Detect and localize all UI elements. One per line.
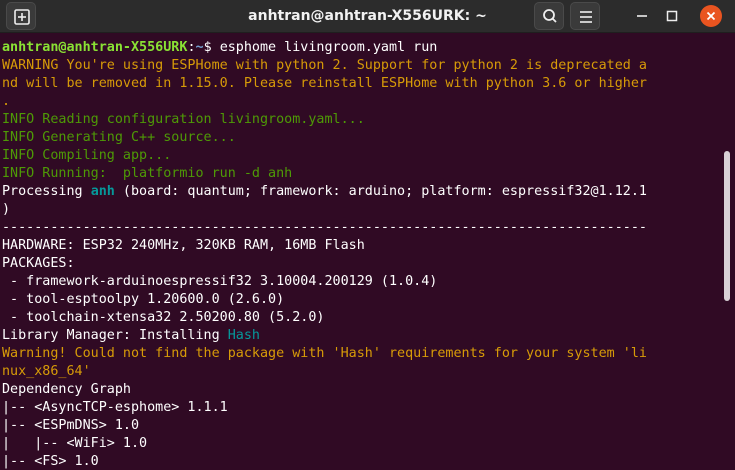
terminal-line: |-- <ESPmDNS> 1.0	[2, 417, 735, 435]
terminal-text: |-- <FS> 1.0	[2, 454, 99, 469]
menu-button[interactable]	[570, 2, 600, 30]
scrollbar-thumb[interactable]	[724, 151, 730, 301]
terminal-text: INFO Compiling app...	[2, 148, 172, 163]
search-button[interactable]	[534, 2, 564, 30]
terminal-text: - toolchain-xtensa32 2.50200.80 (5.2.0)	[2, 310, 325, 325]
search-icon	[543, 9, 557, 23]
terminal-line: - tool-esptoolpy 1.20600.0 (2.6.0)	[2, 291, 735, 309]
terminal-line: WARNING You're using ESPHome with python…	[2, 57, 735, 75]
window-title: anhtran@anhtran-X556URK: ~	[248, 8, 487, 24]
terminal-window: anhtran@anhtran-X556URK: ~ anhtran@anhtr…	[0, 0, 735, 470]
prompt-separator: :	[187, 40, 196, 55]
prompt-dollar: $	[203, 40, 220, 55]
minimize-icon	[637, 15, 647, 17]
close-icon	[706, 11, 716, 21]
terminal-text: Dependency Graph	[2, 382, 131, 397]
prompt-path: ~	[195, 40, 204, 55]
terminal-text: Hash	[227, 328, 260, 343]
terminal-text: nux_x86_64'	[2, 364, 91, 379]
prompt-user: anhtran@anhtran-X556URK	[2, 40, 188, 55]
command-text: esphome livingroom.yaml run	[219, 40, 438, 55]
terminal-line: INFO Compiling app...	[2, 147, 735, 165]
terminal-line: | |-- <WiFi> 1.0	[2, 435, 735, 453]
terminal-output[interactable]: anhtran@anhtran-X556URK:~$ esphome livin…	[0, 33, 735, 470]
terminal-text: |-- <AsyncTCP-esphome> 1.1.1	[2, 400, 228, 415]
terminal-text: INFO Running: platformio run -d anh	[2, 166, 293, 181]
terminal-line: Library Manager: Installing Hash	[2, 327, 735, 345]
minimize-button[interactable]	[632, 6, 652, 26]
terminal-text: - tool-esptoolpy 1.20600.0 (2.6.0)	[2, 292, 285, 307]
terminal-text: )	[2, 202, 11, 217]
terminal-text: - framework-arduinoespressif32 3.10004.2…	[2, 274, 438, 289]
terminal-line: nux_x86_64'	[2, 363, 735, 381]
terminal-line: |-- <AsyncTCP-esphome> 1.1.1	[2, 399, 735, 417]
terminal-line: HARDWARE: ESP32 240MHz, 320KB RAM, 16MB …	[2, 237, 735, 255]
terminal-text: | |-- <WiFi> 1.0	[2, 436, 148, 451]
terminal-line: Warning! Could not find the package with…	[2, 345, 735, 363]
terminal-text: Library Manager: Installing	[2, 328, 228, 343]
terminal-line: INFO Reading configuration livingroom.ya…	[2, 111, 735, 129]
terminal-text: PACKAGES:	[2, 256, 75, 271]
terminal-text: HARDWARE: ESP32 240MHz, 320KB RAM, 16MB …	[2, 238, 365, 253]
terminal-line: nd will be removed in 1.15.0. Please rei…	[2, 75, 735, 93]
terminal-line: Dependency Graph	[2, 381, 735, 399]
terminal-line: .	[2, 93, 735, 111]
terminal-line: PACKAGES:	[2, 255, 735, 273]
terminal-text: INFO Reading configuration livingroom.ya…	[2, 112, 365, 127]
prompt-line: anhtran@anhtran-X556URK:~$ esphome livin…	[2, 39, 735, 57]
terminal-line: |-- <FS> 1.0	[2, 453, 735, 470]
terminal-text: |-- <ESPmDNS> 1.0	[2, 418, 140, 433]
menu-icon	[580, 11, 592, 23]
terminal-text: nd will be removed in 1.15.0. Please rei…	[2, 76, 647, 91]
terminal-line: Processing anh (board: quantum; framewor…	[2, 183, 735, 201]
terminal-text: ----------------------------------------…	[2, 220, 647, 235]
maximize-icon	[666, 10, 678, 22]
terminal-line: INFO Running: platformio run -d anh	[2, 165, 735, 183]
terminal-text: Warning! Could not find the package with…	[2, 346, 647, 361]
close-button[interactable]	[700, 5, 722, 27]
terminal-text: Processing	[2, 184, 91, 199]
terminal-line: ----------------------------------------…	[2, 219, 735, 237]
terminal-text: .	[2, 94, 11, 109]
terminal-text: WARNING You're using ESPHome with python…	[2, 58, 647, 73]
title-bar: anhtran@anhtran-X556URK: ~	[0, 0, 735, 33]
terminal-text: (board: quantum; framework: arduino; pla…	[114, 184, 647, 199]
terminal-text: INFO Generating C++ source...	[2, 130, 236, 145]
terminal-line: INFO Generating C++ source...	[2, 129, 735, 147]
terminal-line: - toolchain-xtensa32 2.50200.80 (5.2.0)	[2, 309, 735, 327]
maximize-button[interactable]	[662, 6, 682, 26]
terminal-line: )	[2, 201, 735, 219]
terminal-text: anh	[90, 184, 115, 199]
terminal-line: - framework-arduinoespressif32 3.10004.2…	[2, 273, 735, 291]
